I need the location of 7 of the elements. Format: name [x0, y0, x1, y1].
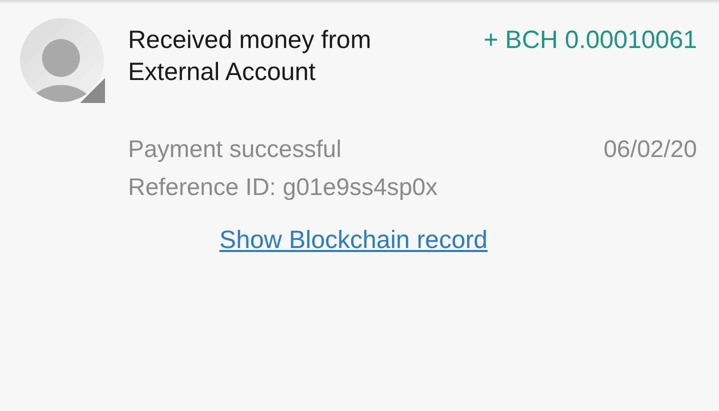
avatar-icon: [20, 18, 105, 103]
date: 06/02/20: [604, 135, 697, 165]
status-text: Payment successful: [128, 135, 342, 165]
amount: + BCH 0.00010061: [484, 25, 697, 56]
transaction-title: Received money from External Account: [128, 25, 372, 88]
blockchain-record-link[interactable]: Show Blockchain record: [219, 224, 488, 256]
reference-id: Reference ID: g01e9ss4sp0x: [128, 173, 438, 203]
